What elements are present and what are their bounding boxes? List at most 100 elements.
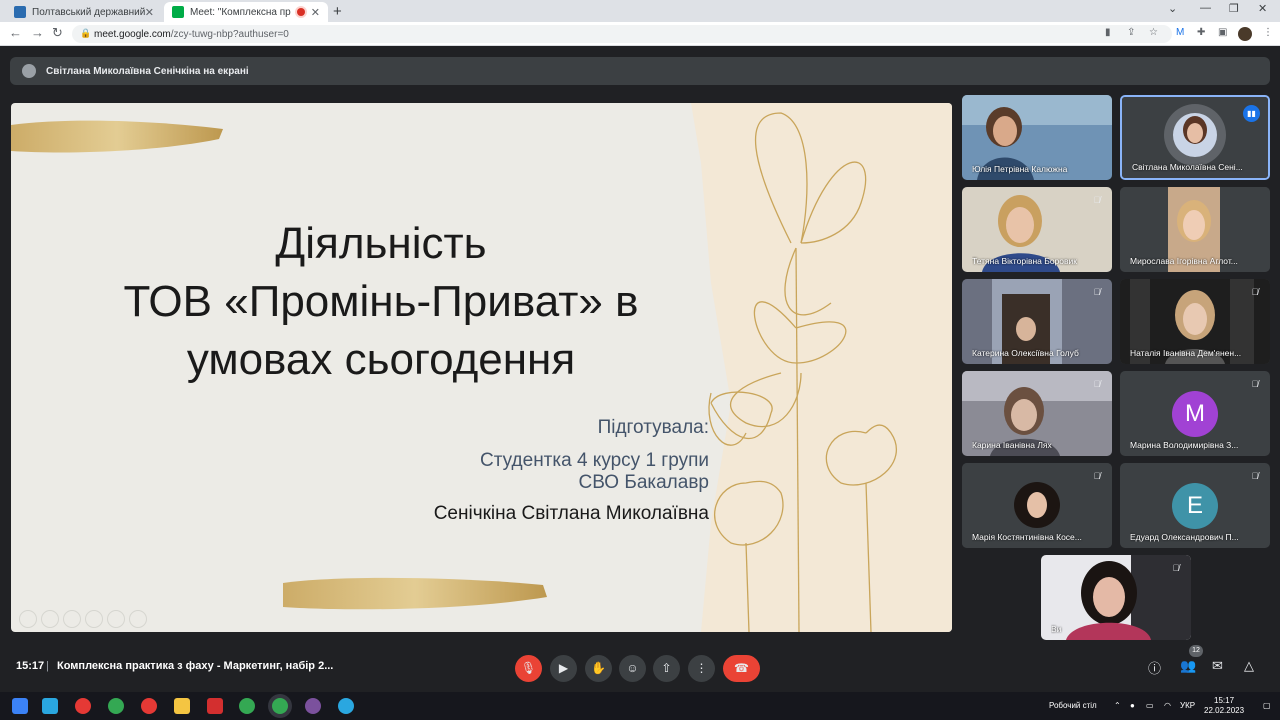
- present-screen-button[interactable]: ⇧: [653, 655, 680, 682]
- recording-indicator-icon: [296, 8, 305, 16]
- tray-app-icon[interactable]: ●: [1130, 701, 1135, 710]
- camera-in-use-icon[interactable]: ▮: [1105, 27, 1111, 38]
- browser-toolbar: ← → ↻ 🔒 meet.google.com/zcy-tuwg-nbp?aut…: [0, 22, 1280, 46]
- participant-tile[interactable]: Мирослава Ігорівна Аглот...: [1120, 187, 1270, 272]
- viber-app-icon[interactable]: [305, 698, 321, 714]
- browser-tab-strip: Полтавський державний аграр ✕ Meet: "Ком…: [0, 0, 1280, 22]
- mic-off-icon: 🎙̸: [1172, 563, 1180, 573]
- student-line-2: СВО Бакалавр: [578, 472, 709, 493]
- mic-off-icon: 🎙̸: [1093, 471, 1101, 481]
- notifications-icon[interactable]: ▢: [1263, 701, 1271, 710]
- participant-name: Марина Володимирівна З...: [1130, 440, 1239, 450]
- raise-hand-button[interactable]: ✋: [585, 655, 612, 682]
- app-pinned-icon[interactable]: [42, 698, 58, 714]
- mic-off-icon: 🎙̸: [1093, 287, 1101, 297]
- mic-off-icon: 🎙̸: [1251, 287, 1259, 297]
- opera-app-icon[interactable]: [141, 698, 157, 714]
- participant-name: Тетяна Вікторівна Боровик: [972, 256, 1077, 266]
- people-icon[interactable]: 👥: [1180, 658, 1196, 674]
- participant-tile[interactable]: 🎙̸ Тетяна Вікторівна Боровик: [962, 187, 1112, 272]
- participant-tile[interactable]: 🎙̸ M Марина Володимирівна З...: [1120, 371, 1270, 456]
- chrome-menu-icon[interactable]: ⋮: [1263, 27, 1273, 38]
- meet-favicon-icon: [172, 6, 184, 18]
- address-bar[interactable]: 🔒 meet.google.com/zcy-tuwg-nbp?authuser=…: [72, 25, 1172, 43]
- close-window-button[interactable]: ✕: [1258, 2, 1267, 15]
- prev-slide-icon[interactable]: [19, 610, 37, 628]
- side-panel-icon[interactable]: ▣: [1218, 27, 1227, 38]
- tab-title: Meet: "Комплексна практи: [190, 6, 291, 18]
- back-button[interactable]: ←: [9, 25, 22, 40]
- participant-name: Едуард Олександрович П...: [1130, 532, 1239, 542]
- chrome-app-icon[interactable]: [239, 698, 255, 714]
- new-tab-button[interactable]: +: [333, 3, 342, 20]
- emoji-reaction-button[interactable]: ☺: [619, 655, 646, 682]
- slide-title-line: Діяльність: [275, 219, 487, 268]
- chrome-app-icon[interactable]: [108, 698, 124, 714]
- participant-tile[interactable]: 🎙̸ Катерина Олексіївна Голуб: [962, 279, 1112, 364]
- tab-university[interactable]: Полтавський державний аграр ✕: [6, 2, 162, 22]
- next-slide-icon[interactable]: [41, 610, 59, 628]
- close-tab-icon[interactable]: ✕: [311, 6, 320, 19]
- participant-name: Юлія Петрівна Калюжна: [972, 164, 1068, 174]
- windows-taskbar: Робочий стіл ⌃ ● ▭ ◠ УКР ▢: [0, 692, 1280, 720]
- url-host: meet.google.com: [94, 28, 171, 40]
- minimize-window-button[interactable]: —: [1200, 2, 1211, 14]
- meet-control-bar: 15:17 | Комплексна практика з фаху - Мар…: [0, 648, 1280, 692]
- share-icon[interactable]: ⇪: [1127, 27, 1135, 38]
- self-name: Ви: [1051, 624, 1062, 634]
- lock-icon: 🔒: [80, 28, 92, 38]
- chrome-active-app-icon[interactable]: [272, 698, 288, 714]
- mic-toggle-button[interactable]: 🎙: [515, 655, 542, 682]
- tab-meet[interactable]: Meet: "Комплексна практи ✕: [164, 2, 328, 22]
- slides-grid-icon[interactable]: [85, 610, 103, 628]
- participant-tile[interactable]: 🎙̸ Наталія Іванівна Дем'янен...: [1120, 279, 1270, 364]
- show-hidden-icons-icon[interactable]: ⌃: [1114, 701, 1121, 710]
- meeting-info-icon[interactable]: ⓘ: [1148, 658, 1161, 677]
- network-icon[interactable]: ▭: [1146, 701, 1154, 710]
- reload-button[interactable]: ↻: [52, 25, 63, 41]
- extension-m-icon[interactable]: M: [1176, 27, 1184, 38]
- participant-tile[interactable]: 🎙̸ E Едуард Олександрович П...: [1120, 463, 1270, 548]
- mic-off-icon: 🎙̸: [1251, 471, 1259, 481]
- url-path: /zcy-tuwg-nbp?authuser=0: [170, 28, 289, 40]
- participant-name: Катерина Олексіївна Голуб: [972, 348, 1079, 358]
- activities-icon[interactable]: △: [1244, 658, 1254, 674]
- self-view-tile[interactable]: 🎙̸ Ви: [1041, 555, 1191, 640]
- wifi-icon[interactable]: ◠: [1164, 701, 1171, 710]
- presenting-banner: Світлана Миколаївна Сенічкіна на екрані: [10, 57, 1270, 85]
- start-menu-icon[interactable]: [12, 698, 28, 714]
- slide-title-line: умовах сьогодення: [186, 335, 576, 384]
- close-tab-icon[interactable]: ✕: [145, 6, 154, 19]
- mic-off-icon: 🎙̸: [1093, 379, 1101, 389]
- extensions-puzzle-icon[interactable]: ✚: [1197, 27, 1205, 38]
- forward-button[interactable]: →: [31, 25, 44, 40]
- telegram-app-icon[interactable]: [338, 698, 354, 714]
- pen-icon[interactable]: [63, 610, 81, 628]
- participant-tile[interactable]: 🎙̸ Карина Іванівна Лях: [962, 371, 1112, 456]
- participant-tile[interactable]: 🎙̸ Марія Костянтинівна Косе...: [962, 463, 1112, 548]
- acrobat-app-icon[interactable]: [207, 698, 223, 714]
- tab-search-icon[interactable]: ⌄: [1168, 2, 1177, 15]
- meeting-title: Комплексна практика з фаху - Маркетинг, …: [57, 660, 334, 672]
- restore-window-button[interactable]: ❐: [1229, 2, 1239, 15]
- more-options-icon[interactable]: [129, 610, 147, 628]
- profile-avatar[interactable]: [1238, 27, 1252, 41]
- camera-toggle-button[interactable]: ▶: [550, 655, 577, 682]
- clock-date: 22.02.2023: [1204, 706, 1245, 715]
- participant-tile-active[interactable]: ▮▮ Світлана Миколаївна Сені...: [1120, 95, 1270, 180]
- tab-title: Полтавський державний аграр: [32, 6, 145, 18]
- file-explorer-icon[interactable]: [174, 698, 190, 714]
- zoom-icon[interactable]: [107, 610, 125, 628]
- participant-tile[interactable]: Юлія Петрівна Калюжна: [962, 95, 1112, 180]
- recorder-app-icon[interactable]: [75, 698, 91, 714]
- taskbar-clock[interactable]: 15:17 22.02.2023: [1204, 696, 1244, 716]
- more-options-button[interactable]: ⋮: [688, 655, 715, 682]
- chat-icon[interactable]: ✉: [1212, 658, 1223, 674]
- title-separator: |: [46, 660, 49, 672]
- desktop-label[interactable]: Робочий стіл: [1049, 701, 1097, 710]
- leave-call-button[interactable]: ☎: [723, 655, 760, 682]
- language-indicator[interactable]: УКР: [1180, 701, 1195, 710]
- presenter-avatar: [22, 64, 36, 78]
- bookmark-star-icon[interactable]: ☆: [1149, 27, 1158, 38]
- presenting-text: Світлана Миколаївна Сенічкіна на екрані: [46, 65, 249, 77]
